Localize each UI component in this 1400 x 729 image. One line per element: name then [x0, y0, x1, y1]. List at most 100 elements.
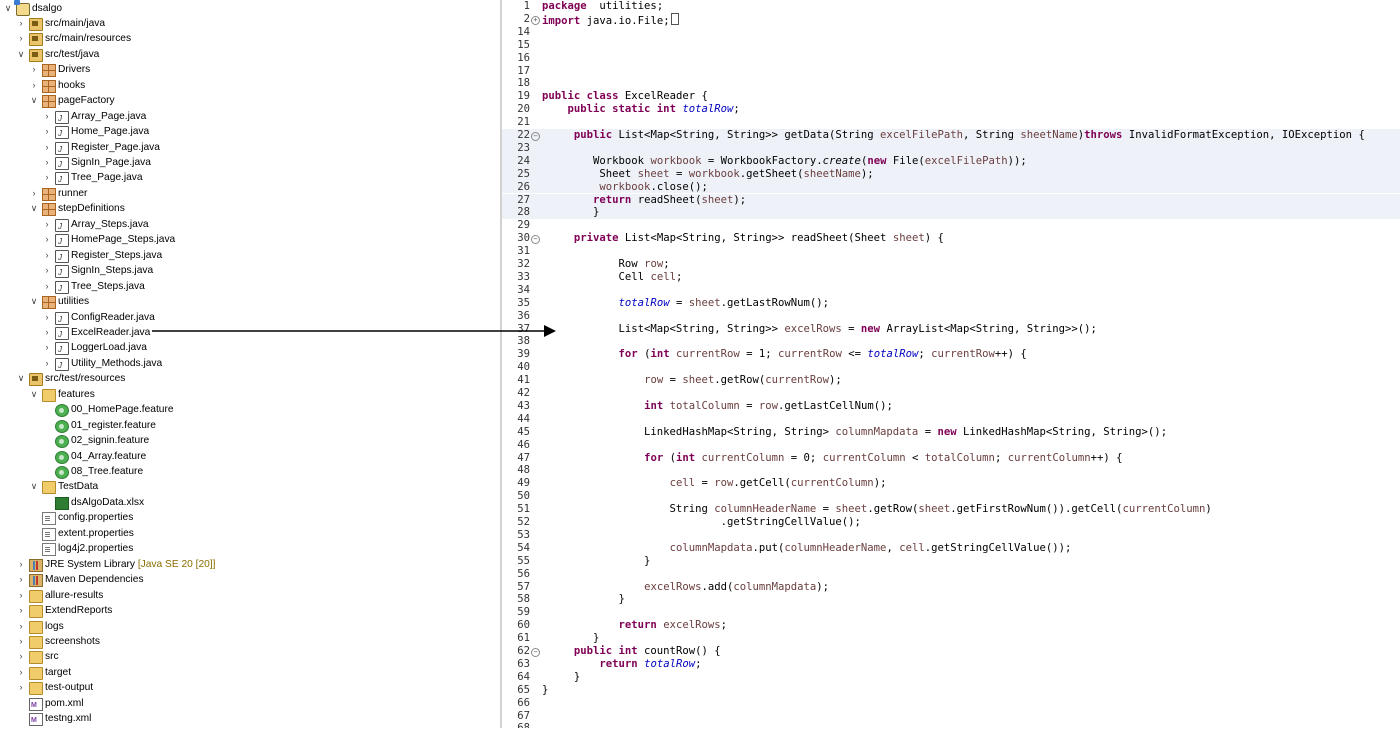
tree-item-00-homepage-feature[interactable]: 00_HomePage.feature: [0, 402, 498, 418]
chevron-right-icon[interactable]: ›: [16, 649, 26, 664]
code-line-21[interactable]: 21: [502, 116, 1400, 129]
chevron-right-icon[interactable]: ›: [42, 124, 52, 139]
chevron-down-icon[interactable]: ∨: [29, 479, 39, 494]
code-line-43[interactable]: 43 int totalColumn = row.getLastCellNum(…: [502, 400, 1400, 413]
chevron-down-icon[interactable]: ∨: [16, 47, 26, 62]
code-line-19[interactable]: 19 public class ExcelReader {: [502, 90, 1400, 103]
code-line-56[interactable]: 56: [502, 568, 1400, 581]
tree-item-maven-dependencies[interactable]: › Maven Dependencies: [0, 572, 498, 588]
code-line-54[interactable]: 54 columnMapdata.put(columnHeaderName, c…: [502, 542, 1400, 555]
code-line-2[interactable]: 2 + import java.io.File;: [502, 12, 1400, 27]
code-line-22[interactable]: 22− public List<Map<String, String>> get…: [502, 129, 1400, 142]
code-line-50[interactable]: 50: [502, 490, 1400, 503]
code-line-30[interactable]: 30− private List<Map<String, String>> re…: [502, 232, 1400, 245]
tree-item-drivers[interactable]: › Drivers: [0, 62, 498, 78]
chevron-down-icon[interactable]: ∨: [29, 294, 39, 309]
chevron-right-icon[interactable]: ›: [42, 263, 52, 278]
collapse-fold-icon[interactable]: −: [531, 235, 540, 245]
code-line-36[interactable]: 36: [502, 310, 1400, 323]
tree-item-utility-methods-java[interactable]: › Utility_Methods.java: [0, 356, 498, 373]
code-line-48[interactable]: 48: [502, 464, 1400, 477]
code-line-57[interactable]: 57 excelRows.add(columnMapdata);: [502, 581, 1400, 594]
code-line-46[interactable]: 46: [502, 439, 1400, 452]
chevron-down-icon[interactable]: ∨: [16, 371, 26, 386]
tree-item-tree-steps-java[interactable]: › Tree_Steps.java: [0, 279, 498, 296]
tree-item-signin-steps-java[interactable]: › SignIn_Steps.java: [0, 263, 498, 281]
tree-item-home-page-java[interactable]: › Home_Page.java: [0, 124, 498, 142]
code-line-45[interactable]: 45 LinkedHashMap<String, String> columnM…: [502, 426, 1400, 439]
tree-item-src[interactable]: › src: [0, 649, 498, 665]
chevron-right-icon[interactable]: ›: [42, 170, 52, 185]
tree-item-target[interactable]: › target: [0, 665, 498, 680]
tree-item-src-test-resources[interactable]: ∨ src/test/resources: [0, 371, 498, 387]
code-line-62[interactable]: 62− public int countRow() {: [502, 645, 1400, 658]
code-line-20[interactable]: 20 public static int totalRow;: [502, 103, 1400, 116]
chevron-right-icon[interactable]: ›: [42, 325, 52, 340]
tree-item-src-main-resources[interactable]: › src/main/resources: [0, 31, 498, 47]
tree-item-extent-properties[interactable]: extent.properties: [0, 526, 498, 541]
tree-item-testng-xml[interactable]: testng.xml: [0, 711, 498, 729]
chevron-right-icon[interactable]: ›: [16, 619, 26, 634]
tree-item-excelreader-java[interactable]: › ExcelReader.java: [0, 325, 498, 342]
tree-item-config-properties[interactable]: config.properties: [0, 510, 498, 526]
code-line-17[interactable]: 17: [502, 65, 1400, 78]
tree-item-homepage-steps-java[interactable]: › HomePage_Steps.java: [0, 232, 498, 250]
tree-item-array-page-java[interactable]: › Array_Page.java: [0, 109, 498, 126]
chevron-down-icon[interactable]: ∨: [29, 93, 39, 108]
code-line-26[interactable]: 26 workbook.close();: [502, 180, 1400, 194]
code-line-28[interactable]: 28 }: [502, 206, 1400, 220]
tree-item-src-main-java[interactable]: › src/main/java: [0, 16, 498, 31]
collapse-fold-icon[interactable]: −: [531, 132, 540, 141]
tree-item-signin-page-java[interactable]: › SignIn_Page.java: [0, 155, 498, 172]
tree-item-logs[interactable]: › logs: [0, 619, 498, 634]
tree-item-log4j2-properties[interactable]: log4j2.properties: [0, 541, 498, 557]
tree-item-register-page-java[interactable]: › Register_Page.java: [0, 140, 498, 157]
code-line-65[interactable]: 65}: [502, 684, 1400, 697]
chevron-down-icon[interactable]: ∨: [29, 387, 39, 402]
code-line-44[interactable]: 44: [502, 413, 1400, 426]
chevron-right-icon[interactable]: ›: [42, 217, 52, 232]
chevron-right-icon[interactable]: ›: [16, 557, 26, 572]
chevron-right-icon[interactable]: ›: [16, 634, 26, 649]
code-line-42[interactable]: 42: [502, 387, 1400, 400]
chevron-right-icon[interactable]: ›: [42, 279, 52, 294]
code-line-18[interactable]: 18: [502, 77, 1400, 90]
code-editor[interactable]: 1 package utilities; 2 + import java.io.File…: [502, 0, 1400, 728]
code-line-63[interactable]: 63 return totalRow;: [502, 658, 1400, 671]
tree-item-08-tree-feature[interactable]: 08_Tree.feature: [0, 464, 498, 479]
code-line-24[interactable]: 24 Workbook workbook = WorkbookFactory.c…: [502, 154, 1400, 168]
code-line-49[interactable]: 49 cell = row.getCell(currentColumn);: [502, 477, 1400, 490]
chevron-right-icon[interactable]: ›: [42, 310, 52, 325]
tree-item-configreader-java[interactable]: › ConfigReader.java: [0, 310, 498, 327]
code-line-1[interactable]: 1 package utilities;: [502, 0, 1400, 13]
code-line-38[interactable]: 38: [502, 335, 1400, 348]
chevron-right-icon[interactable]: ›: [16, 31, 26, 46]
tree-item-pagefactory[interactable]: ∨ pageFactory: [0, 93, 498, 109]
code-line-29[interactable]: 29: [502, 219, 1400, 232]
code-line-14[interactable]: 14: [502, 26, 1400, 39]
code-line-47[interactable]: 47 for (int currentColumn = 0; currentCo…: [502, 452, 1400, 465]
chevron-right-icon[interactable]: ›: [42, 232, 52, 247]
tree-item-test-output[interactable]: › test-output: [0, 680, 498, 696]
tree-item-jre-system-library[interactable]: › JRE System Library [Java SE 20 [20]]: [0, 557, 498, 572]
code-line-35[interactable]: 35 totalRow = sheet.getLastRowNum();: [502, 297, 1400, 310]
code-line-59[interactable]: 59: [502, 606, 1400, 619]
code-line-51[interactable]: 51 String columnHeaderName = sheet.getRo…: [502, 503, 1400, 516]
chevron-down-icon[interactable]: ∨: [3, 1, 13, 16]
code-line-32[interactable]: 32 Row row;: [502, 258, 1400, 271]
code-line-33[interactable]: 33 Cell cell;: [502, 271, 1400, 284]
code-line-15[interactable]: 15: [502, 39, 1400, 52]
tree-item-01-register-feature[interactable]: 01_register.feature: [0, 418, 498, 433]
code-line-40[interactable]: 40: [502, 361, 1400, 374]
chevron-right-icon[interactable]: ›: [16, 588, 26, 603]
code-line-55[interactable]: 55 }: [502, 555, 1400, 568]
chevron-right-icon[interactable]: ›: [42, 140, 52, 155]
code-line-66[interactable]: 66: [502, 697, 1400, 710]
tree-item-runner[interactable]: › runner: [0, 186, 498, 201]
code-line-37[interactable]: 37 List<Map<String, String>> excelRows =…: [502, 323, 1400, 336]
chevron-right-icon[interactable]: ›: [42, 356, 52, 371]
tree-item-array-steps-java[interactable]: › Array_Steps.java: [0, 217, 498, 234]
collapsed-imports-icon[interactable]: [670, 12, 679, 25]
chevron-right-icon[interactable]: ›: [29, 186, 39, 201]
chevron-down-icon[interactable]: ∨: [29, 201, 39, 216]
